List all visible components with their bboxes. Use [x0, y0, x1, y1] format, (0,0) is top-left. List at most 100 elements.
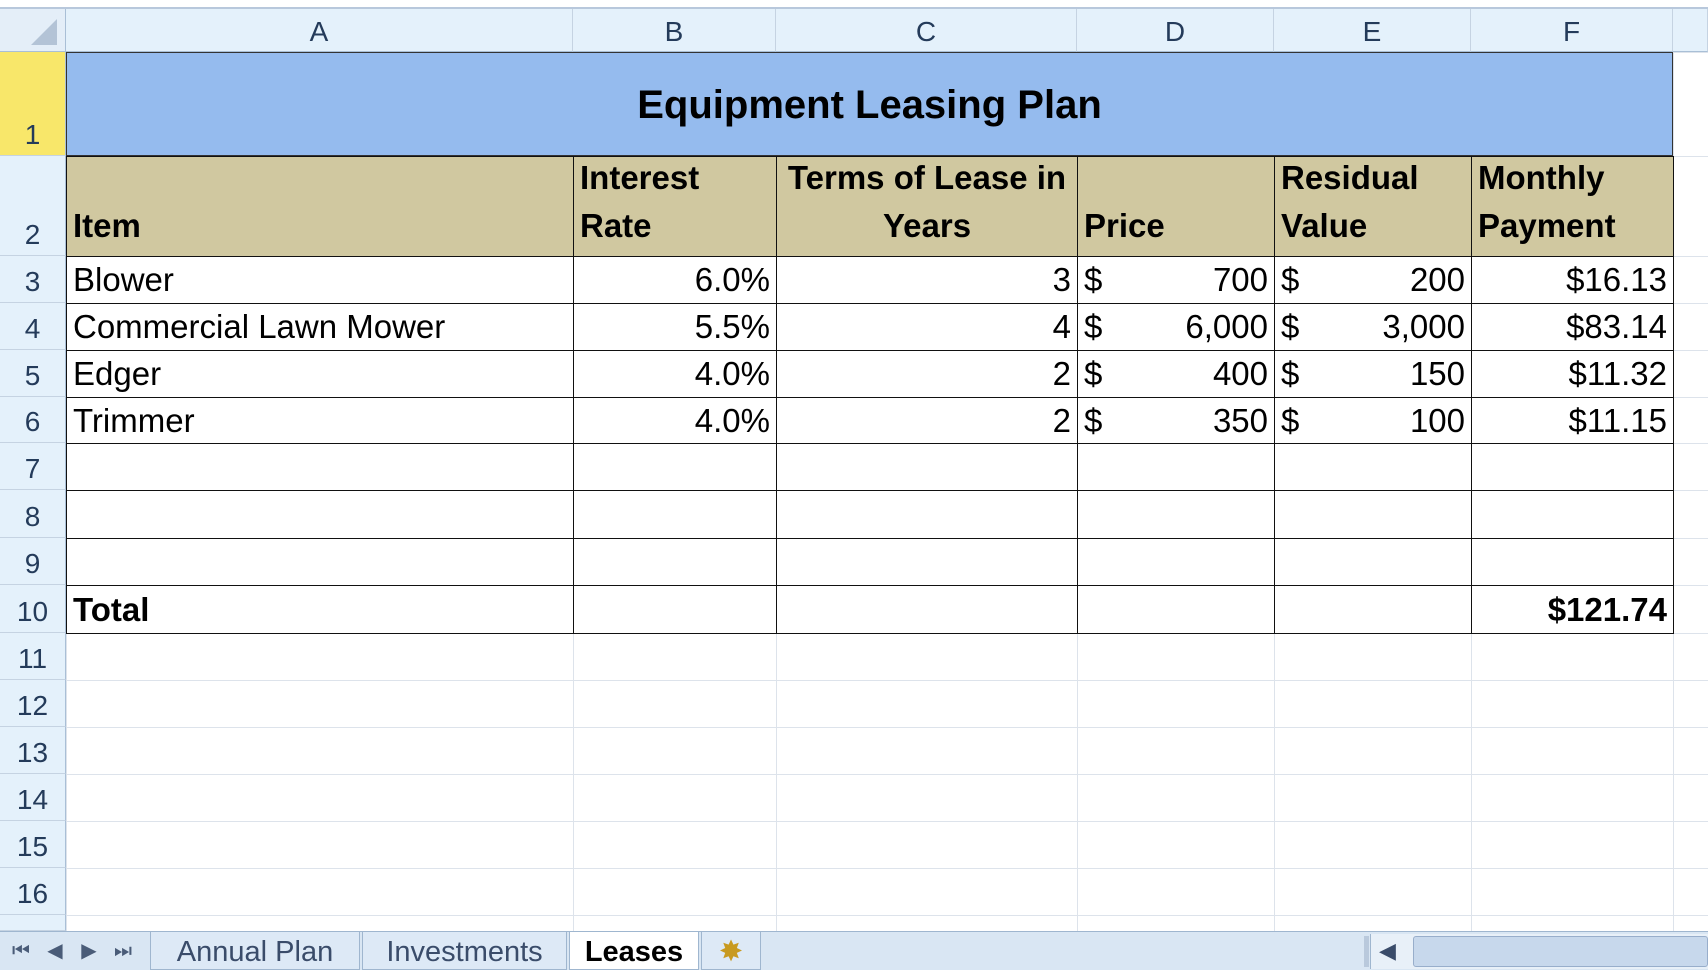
- sheet-title[interactable]: Equipment Leasing Plan: [66, 52, 1673, 156]
- monthly-payment[interactable]: $16.13: [1471, 256, 1674, 304]
- monthly-payment[interactable]: $83.14: [1471, 303, 1674, 351]
- interest-rate[interactable]: 4.0%: [573, 397, 777, 444]
- top-border: [0, 0, 1708, 9]
- column-header-c[interactable]: C: [776, 9, 1077, 52]
- tab-investments[interactable]: Investments: [362, 932, 567, 970]
- tab-annual-plan[interactable]: Annual Plan: [150, 932, 360, 970]
- empty-cell[interactable]: [776, 585, 1078, 634]
- row-header-4[interactable]: 4: [0, 303, 66, 350]
- price[interactable]: $400: [1077, 350, 1275, 398]
- column-header-e[interactable]: E: [1274, 9, 1471, 52]
- row-header-2[interactable]: 2: [0, 156, 66, 256]
- next-sheet-icon[interactable]: ▶: [72, 932, 106, 971]
- interest-rate[interactable]: 6.0%: [573, 256, 777, 304]
- interest-rate[interactable]: 4.0%: [573, 350, 777, 398]
- empty-cell[interactable]: [573, 490, 777, 539]
- empty-cell[interactable]: [66, 443, 574, 491]
- empty-cell[interactable]: [1077, 585, 1275, 634]
- residual-value[interactable]: $100: [1274, 397, 1472, 444]
- item-name[interactable]: Trimmer: [66, 397, 574, 444]
- lease-term[interactable]: 2: [776, 350, 1078, 398]
- empty-cell[interactable]: [573, 538, 777, 586]
- row-header-5[interactable]: 5: [0, 350, 66, 397]
- column-header-d[interactable]: D: [1077, 9, 1274, 52]
- row-header-3[interactable]: 3: [0, 256, 66, 303]
- row-header-13[interactable]: 13: [0, 727, 66, 774]
- currency-symbol: $: [1084, 402, 1102, 440]
- header-payment[interactable]: Monthly Payment: [1471, 156, 1674, 257]
- empty-cell[interactable]: [1274, 538, 1472, 586]
- empty-cell[interactable]: [776, 538, 1078, 586]
- empty-cell[interactable]: [66, 538, 574, 586]
- empty-cell[interactable]: [1274, 585, 1472, 634]
- empty-cell[interactable]: [1077, 490, 1275, 539]
- header-rate[interactable]: Interest Rate: [573, 156, 777, 257]
- row-header-15[interactable]: 15: [0, 821, 66, 868]
- tab-split-handle[interactable]: [1364, 936, 1369, 967]
- empty-cell[interactable]: [776, 490, 1078, 539]
- amount: 400: [1213, 355, 1268, 393]
- empty-cell[interactable]: [1077, 538, 1275, 586]
- row-header-6[interactable]: 6: [0, 397, 66, 443]
- row-header-12[interactable]: 12: [0, 680, 66, 727]
- gridline: [66, 915, 1708, 916]
- item-name[interactable]: Commercial Lawn Mower: [66, 303, 574, 351]
- empty-cell[interactable]: [1471, 538, 1674, 586]
- row-header-10[interactable]: 10: [0, 585, 66, 633]
- empty-cell[interactable]: [1471, 443, 1674, 491]
- header-item[interactable]: Item: [66, 156, 574, 257]
- lease-term[interactable]: 2: [776, 397, 1078, 444]
- amount: 200: [1410, 261, 1465, 299]
- header-terms[interactable]: Terms of Lease in Years: [776, 156, 1078, 257]
- tab-leases[interactable]: Leases: [569, 932, 699, 970]
- scroll-thumb[interactable]: [1413, 936, 1708, 967]
- monthly-payment[interactable]: $11.15: [1471, 397, 1674, 444]
- amount: 700: [1213, 261, 1268, 299]
- empty-cell[interactable]: [66, 490, 574, 539]
- first-sheet-icon[interactable]: ⏮: [4, 932, 38, 971]
- residual-value[interactable]: $150: [1274, 350, 1472, 398]
- lease-term[interactable]: 4: [776, 303, 1078, 351]
- column-header-f[interactable]: F: [1471, 9, 1673, 52]
- gridline: [66, 727, 1708, 728]
- item-name[interactable]: Edger: [66, 350, 574, 398]
- header-residual[interactable]: Residual Value: [1274, 156, 1472, 257]
- header-price[interactable]: Price: [1077, 156, 1275, 257]
- row-header-16[interactable]: 16: [0, 868, 66, 915]
- column-header-a[interactable]: A: [66, 9, 573, 52]
- insert-sheet-icon[interactable]: ✸: [701, 932, 761, 970]
- item-name[interactable]: Blower: [66, 256, 574, 304]
- row-header-7[interactable]: 7: [0, 443, 66, 490]
- row-header-8[interactable]: 8: [0, 490, 66, 538]
- price[interactable]: $700: [1077, 256, 1275, 304]
- row-header-1[interactable]: 1: [0, 52, 66, 156]
- prev-sheet-icon[interactable]: ◀: [38, 932, 72, 971]
- empty-cell[interactable]: [573, 443, 777, 491]
- horizontal-scrollbar[interactable]: ◀: [1370, 934, 1708, 969]
- price[interactable]: $350: [1077, 397, 1275, 444]
- total-payment[interactable]: $121.74: [1471, 585, 1674, 634]
- price[interactable]: $6,000: [1077, 303, 1275, 351]
- last-sheet-icon[interactable]: ⏭: [106, 932, 140, 971]
- empty-cell[interactable]: [1077, 443, 1275, 491]
- residual-value[interactable]: $3,000: [1274, 303, 1472, 351]
- lease-term[interactable]: 3: [776, 256, 1078, 304]
- gridline: [66, 868, 1708, 869]
- residual-value[interactable]: $200: [1274, 256, 1472, 304]
- scroll-left-icon[interactable]: ◀: [1379, 938, 1396, 964]
- total-label[interactable]: Total: [66, 585, 574, 634]
- interest-rate[interactable]: 5.5%: [573, 303, 777, 351]
- empty-cell[interactable]: [1471, 490, 1674, 539]
- column-header-g[interactable]: [1673, 9, 1708, 52]
- row-header-9[interactable]: 9: [0, 538, 66, 585]
- row-header-17[interactable]: [0, 915, 66, 931]
- row-header-11[interactable]: 11: [0, 633, 66, 680]
- monthly-payment[interactable]: $11.32: [1471, 350, 1674, 398]
- empty-cell[interactable]: [776, 443, 1078, 491]
- empty-cell[interactable]: [1274, 443, 1472, 491]
- empty-cell[interactable]: [573, 585, 777, 634]
- empty-cell[interactable]: [1274, 490, 1472, 539]
- row-header-14[interactable]: 14: [0, 774, 66, 821]
- column-header-b[interactable]: B: [573, 9, 776, 52]
- select-all-button[interactable]: [0, 9, 66, 52]
